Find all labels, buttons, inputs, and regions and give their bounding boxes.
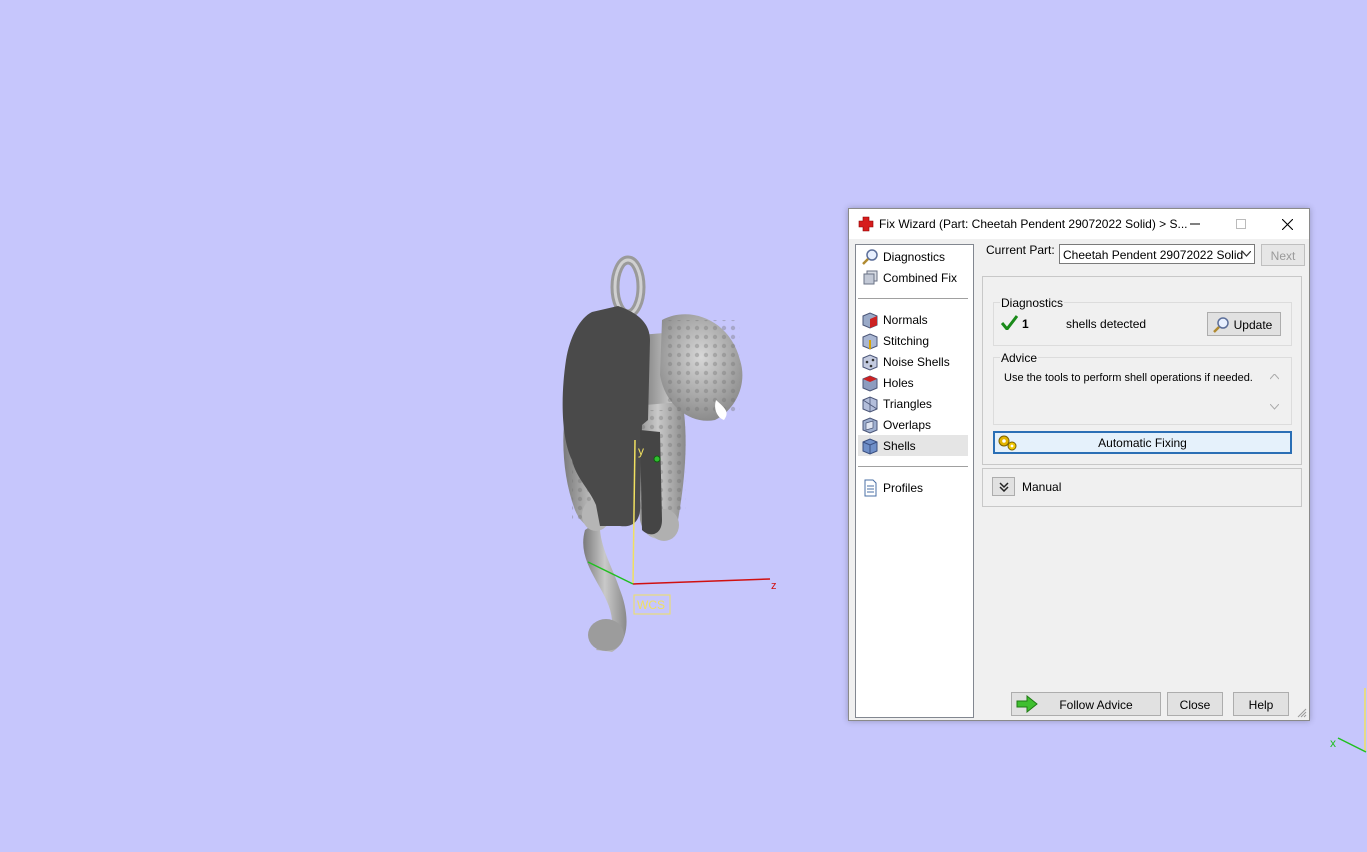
expand-manual-button[interactable] [992, 477, 1015, 496]
secondary-axes-partial: x [1330, 688, 1367, 753]
maximize-icon [1236, 219, 1246, 229]
close-button-label: Close [1179, 698, 1211, 712]
cheetah-pendant-model[interactable] [562, 255, 743, 652]
nav-label: Combined Fix [883, 271, 958, 285]
normals-cube-icon [862, 312, 878, 329]
manual-section: Manual [982, 468, 1302, 507]
manual-label: Manual [1022, 480, 1062, 494]
nav-label: Noise Shells [883, 355, 950, 369]
nav-item-triangles[interactable]: Triangles [858, 393, 968, 414]
advice-text: Use the tools to perform shell operation… [1004, 372, 1253, 384]
scroll-up-icon[interactable] [1270, 374, 1279, 380]
close-window-button[interactable] [1264, 209, 1310, 239]
nav-item-diagnostics[interactable]: Diagnostics [858, 246, 968, 267]
checkmark-icon [1001, 315, 1018, 330]
y-axis-label: y [638, 444, 644, 458]
follow-advice-label: Follow Advice [1059, 698, 1133, 712]
noise-shells-icon [862, 354, 878, 371]
next-button-label: Next [1270, 249, 1296, 263]
update-button-label: Update [1233, 318, 1273, 332]
nav-divider [858, 466, 968, 467]
shells-cube-icon [862, 438, 878, 455]
wcs-label: WCS [637, 598, 665, 612]
current-part-label: Current Part: [986, 243, 1055, 257]
x-axis-label: x [1330, 736, 1336, 750]
holes-cube-icon [862, 375, 878, 392]
advice-group-label: Advice [1000, 351, 1039, 365]
nav-item-shells[interactable]: Shells [858, 435, 968, 456]
dialog-title: Fix Wizard (Part: Cheetah Pendent 290720… [879, 217, 1188, 231]
automatic-fixing-label: Automatic Fixing [1098, 436, 1187, 450]
nav-label: Triangles [883, 397, 932, 411]
fix-tools-sidebar: Diagnostics Combined Fix Normals Stitchi… [855, 244, 974, 718]
stack-icon [863, 270, 878, 285]
nav-label: Shells [883, 439, 916, 453]
chevron-down-icon [1242, 251, 1251, 257]
red-cross-icon [858, 216, 874, 232]
advice-group [993, 357, 1292, 425]
help-button-label: Help [1248, 698, 1274, 712]
update-button[interactable]: Update [1207, 312, 1281, 336]
double-chevron-down-icon [999, 482, 1009, 492]
document-icon [864, 479, 877, 497]
nav-item-normals[interactable]: Normals [858, 309, 968, 330]
minimize-icon [1190, 223, 1200, 225]
dialog-title-bar[interactable]: Fix Wizard (Part: Cheetah Pendent 290720… [849, 209, 1309, 239]
nav-label: Diagnostics [883, 250, 946, 264]
nav-item-stitching[interactable]: Stitching [858, 330, 968, 351]
fix-panel: Diagnostics 1 shells detected Update Adv… [982, 276, 1302, 465]
minimize-button[interactable] [1172, 209, 1218, 239]
scroll-down-icon[interactable] [1270, 404, 1279, 410]
resize-grip-icon[interactable] [1297, 708, 1307, 718]
current-part-value: Cheetah Pendent 29072022 Solid [1063, 248, 1244, 262]
nav-item-overlaps[interactable]: Overlaps [858, 414, 968, 435]
z-axis-label: z [771, 580, 777, 592]
diagnostics-group-label: Diagnostics [1000, 296, 1065, 310]
follow-advice-button[interactable]: Follow Advice [1011, 692, 1161, 716]
nav-item-holes[interactable]: Holes [858, 372, 968, 393]
shells-count: 1 [1022, 317, 1029, 331]
current-part-dropdown[interactable]: Cheetah Pendent 29072022 Solid [1059, 244, 1255, 264]
nav-label: Overlaps [883, 418, 932, 432]
next-button[interactable]: Next [1261, 244, 1305, 266]
magnifier-icon [1213, 317, 1229, 333]
maximize-button[interactable] [1218, 209, 1264, 239]
nav-label: Profiles [883, 481, 924, 495]
nav-label: Stitching [883, 334, 930, 348]
close-icon [1282, 219, 1293, 230]
stitching-cube-icon [862, 333, 878, 350]
nav-item-noise-shells[interactable]: Noise Shells [858, 351, 968, 372]
nav-divider [858, 298, 968, 299]
shells-detected-text: shells detected [1066, 317, 1147, 331]
nav-label: Holes [883, 376, 914, 390]
nav-item-profiles[interactable]: Profiles [858, 477, 968, 498]
nav-item-combined-fix[interactable]: Combined Fix [858, 267, 968, 288]
automatic-fixing-button[interactable]: Automatic Fixing [993, 431, 1292, 454]
help-button[interactable]: Help [1233, 692, 1289, 716]
triangles-cube-icon [862, 396, 878, 413]
overlaps-cube-icon [862, 417, 878, 434]
magnifier-icon [862, 249, 878, 265]
close-button[interactable]: Close [1167, 692, 1223, 716]
nav-label: Normals [883, 313, 928, 327]
fix-wizard-dialog: Fix Wizard (Part: Cheetah Pendent 290720… [848, 208, 1310, 721]
